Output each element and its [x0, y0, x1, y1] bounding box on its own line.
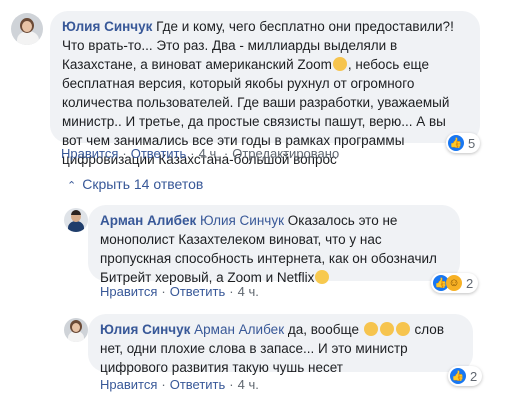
grinning-emoji-icon	[315, 270, 330, 284]
reply-link[interactable]: Ответить	[131, 146, 187, 161]
reply-author[interactable]: Арман Алибек	[100, 213, 196, 228]
reaction-summary[interactable]: 👍 5	[446, 133, 481, 153]
reply-text: да, вообще	[287, 322, 359, 337]
reply-bubble: Арман Алибек Юлия Синчук Оказалось это н…	[88, 205, 460, 285]
thumbs-up-icon: 👍	[450, 368, 466, 384]
reply-link[interactable]: Ответить	[170, 284, 226, 299]
reply-link[interactable]: Ответить	[170, 377, 226, 392]
avatar[interactable]	[64, 318, 88, 342]
laughing-face-icon: ☺	[446, 275, 462, 291]
facepalm-emoji-icon	[363, 322, 378, 336]
chevron-up-icon: ⌃	[67, 180, 77, 192]
comment-bubble: Юлия Синчук Где и кому, чего бесплатно о…	[50, 11, 480, 167]
like-link[interactable]: Нравится	[61, 146, 118, 161]
reply-author[interactable]: Юлия Синчук	[100, 322, 190, 337]
avatar[interactable]	[64, 208, 88, 232]
reaction-summary[interactable]: 👍 ☺ 2	[431, 273, 479, 293]
comment-actions: Нравится · Ответить · 4 ч. · Отредактировано	[61, 146, 340, 161]
reaction-summary[interactable]: 👍 2	[448, 366, 483, 386]
reaction-count: 5	[468, 135, 476, 151]
reaction-count: 2	[466, 275, 474, 291]
timestamp[interactable]: 4 ч.	[238, 377, 259, 392]
comment-author[interactable]: Юлия Синчук	[62, 19, 152, 34]
timestamp[interactable]: 4 ч.	[238, 284, 259, 299]
mention-link[interactable]: Арман Алибек	[194, 322, 284, 337]
facepalm-emoji-icon	[332, 57, 347, 71]
timestamp[interactable]: 4 ч.	[199, 146, 220, 161]
thumbs-up-icon: 👍	[448, 135, 464, 151]
facepalm-emoji-icon	[395, 322, 410, 336]
reply-actions: Нравится · Ответить · 4 ч.	[100, 284, 259, 299]
like-link[interactable]: Нравится	[100, 284, 157, 299]
mention-link[interactable]: Юлия Синчук	[200, 213, 284, 228]
avatar[interactable]	[11, 13, 43, 45]
reaction-count: 2	[470, 368, 478, 384]
edited-label[interactable]: Отредактировано	[232, 146, 339, 161]
facepalm-emoji-icon	[379, 322, 394, 336]
reply-actions: Нравится · Ответить · 4 ч.	[100, 377, 259, 392]
hide-replies-link[interactable]: ⌃ Скрыть 14 ответов	[67, 176, 203, 192]
reply-bubble: Юлия Синчук Арман Алибек да, вообще слов…	[88, 314, 473, 375]
hide-replies-label: Скрыть 14 ответов	[82, 176, 204, 192]
like-link[interactable]: Нравится	[100, 377, 157, 392]
